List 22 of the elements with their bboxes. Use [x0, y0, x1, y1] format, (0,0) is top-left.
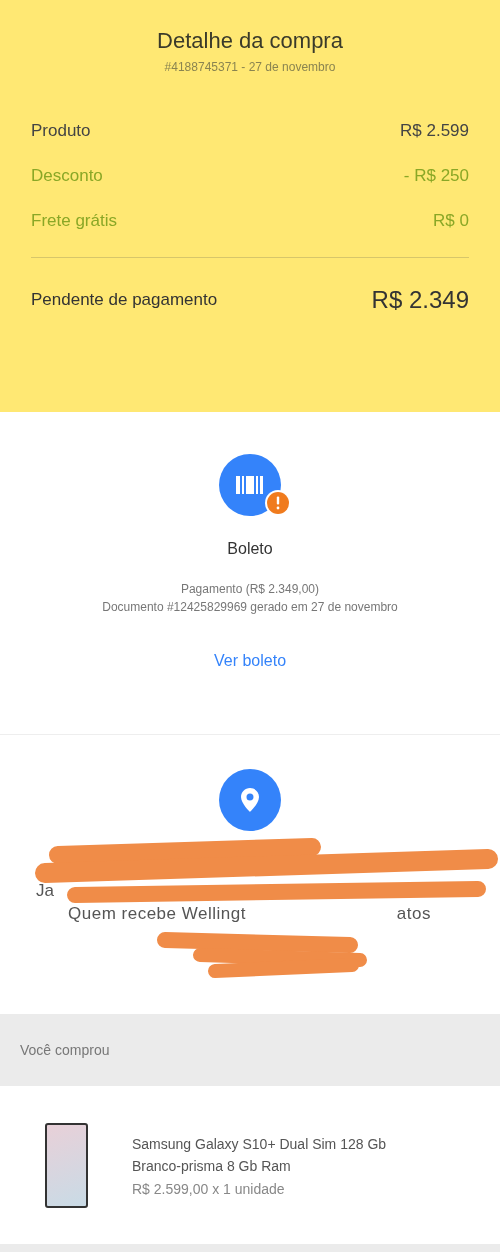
summary-label: Desconto: [31, 165, 103, 186]
payment-detail: Pagamento (R$ 2.349,00): [180, 581, 320, 598]
order-info: #4188745371 - 27 de novembro: [163, 60, 337, 74]
recipient-text: Quem recebe Wellingt: [68, 904, 246, 924]
section-heading: Você comprou: [20, 1042, 110, 1058]
address-text: Ja: [36, 881, 54, 900]
summary-amount: R$ 2.599: [400, 120, 469, 141]
summary-amount: R$ 0: [433, 210, 469, 231]
product-price: R$ 2.599,00 x 1 unidade: [132, 1181, 286, 1197]
view-boleto-link[interactable]: Ver boleto: [213, 652, 287, 670]
product-name: Samsung Galaxy S10+ Dual Sim 128 Gb Branco-prisma 8 Gb Ram: [132, 1135, 388, 1176]
summary-label: Frete grátis: [31, 210, 117, 231]
summary-amount: - R$ 250: [403, 165, 469, 186]
page-title: Detalhe da compra: [156, 28, 344, 54]
payment-detail: Documento #12425829969 gerado em 27 de novembro: [102, 599, 398, 616]
total-label: Pendente de pagamento: [31, 290, 218, 310]
location-pin-icon: [219, 769, 281, 831]
total-amount: R$ 2.349: [371, 286, 469, 314]
summary-label: Produto: [31, 120, 91, 141]
payment-method: Boleto: [227, 540, 273, 558]
warning-icon: [265, 490, 291, 516]
recipient-text: atos: [396, 904, 431, 924]
